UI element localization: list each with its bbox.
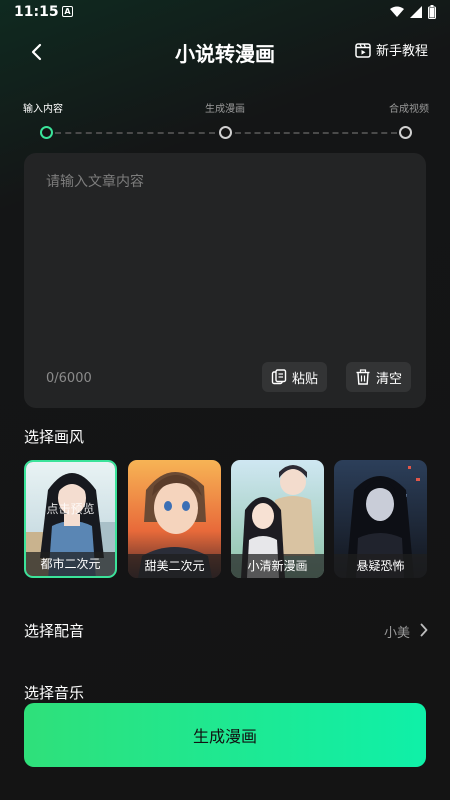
clear-button[interactable]: 清空 xyxy=(346,362,412,392)
step-connector xyxy=(55,132,215,134)
music-label: 选择音乐 xyxy=(24,684,85,702)
header: 小说转漫画 新手教程 xyxy=(0,26,450,76)
char-count: 0/6000 xyxy=(46,371,92,386)
trash-icon xyxy=(356,369,370,385)
paste-button[interactable]: 粘贴 xyxy=(262,362,328,392)
signal-icon xyxy=(410,6,422,18)
step-label-input: 输入内容 xyxy=(23,104,63,115)
tutorial-label: 新手教程 xyxy=(375,44,428,59)
chevron-right-icon xyxy=(420,623,428,637)
style-list: 点击预览 都市二次元 甜美二次元 小清新漫画 悬疑恐怖 xyxy=(24,460,450,578)
article-input-placeholder[interactable]: 请输入文章内容 xyxy=(46,171,144,191)
clear-label: 清空 xyxy=(376,371,403,387)
style-card-sweet-anime[interactable]: 甜美二次元 xyxy=(128,460,221,578)
style-label: 甜美二次元 xyxy=(128,554,221,578)
style-label: 小清新漫画 xyxy=(231,554,324,578)
step-dot-generate xyxy=(219,126,232,139)
wifi-icon xyxy=(390,6,404,17)
paste-icon xyxy=(271,369,287,385)
battery-icon xyxy=(428,5,436,19)
tutorial-video-icon xyxy=(355,42,371,58)
style-label: 都市二次元 xyxy=(26,552,115,576)
select-voice-row[interactable]: 选择配音 小美 xyxy=(24,614,428,648)
generate-comic-button[interactable]: 生成漫画 xyxy=(24,703,426,767)
paste-label: 粘贴 xyxy=(292,371,319,387)
step-label-generate: 生成漫画 xyxy=(205,104,245,115)
status-bar: 11:15 A xyxy=(0,0,450,26)
status-time: 11:15 xyxy=(14,4,59,20)
voice-label: 选择配音 xyxy=(24,622,85,640)
select-music-row[interactable]: 选择音乐 xyxy=(24,682,428,702)
style-section-title: 选择画风 xyxy=(24,428,85,446)
voice-value: 小美 xyxy=(383,626,410,641)
style-card-urban-anime[interactable]: 点击预览 都市二次元 xyxy=(24,460,117,578)
step-connector xyxy=(235,132,397,134)
notification-a-icon: A xyxy=(62,6,73,17)
preview-hint: 点击预览 xyxy=(46,502,95,516)
progress-steps: 输入内容 生成漫画 合成视频 xyxy=(0,98,450,146)
step-dot-input xyxy=(40,126,53,139)
style-card-fresh-comic[interactable]: 小清新漫画 xyxy=(231,460,324,578)
style-label: 悬疑恐怖 xyxy=(334,554,427,578)
status-icons xyxy=(390,5,436,19)
step-dot-compose xyxy=(399,126,412,139)
article-input-card[interactable]: 请输入文章内容 0/6000 粘贴 清空 xyxy=(24,153,426,408)
step-label-compose: 合成视频 xyxy=(389,104,429,115)
style-card-suspense-horror[interactable]: 悬疑恐怖 xyxy=(334,460,427,578)
tutorial-button[interactable]: 新手教程 xyxy=(355,40,428,59)
